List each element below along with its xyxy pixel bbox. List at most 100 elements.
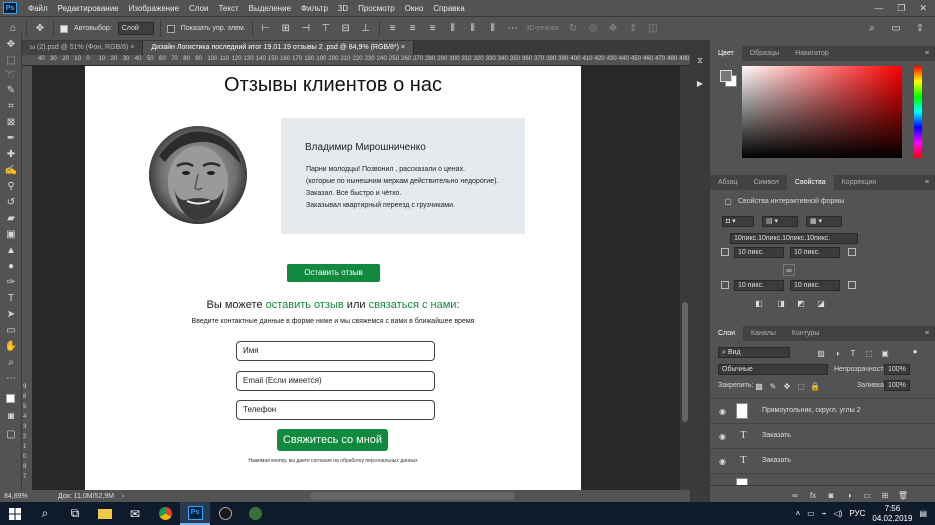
radius-bottom-right[interactable]: 10 пикс. — [790, 280, 840, 291]
panel-menu-icon[interactable]: ≡ — [925, 179, 935, 186]
app-icon[interactable] — [240, 502, 270, 525]
menu-image[interactable]: Изображение — [124, 4, 184, 13]
layer-name[interactable]: Заказать — [762, 432, 791, 439]
delete-layer-icon[interactable]: 🗑 — [898, 490, 908, 500]
radius-top-left[interactable]: 10 пикс. — [734, 247, 784, 258]
marquee-tool-icon[interactable]: ⬚ — [4, 53, 18, 67]
more-options-icon[interactable]: ⋯ — [506, 22, 520, 36]
move-tool-icon[interactable]: ✥ — [4, 37, 18, 51]
brush-tool-icon[interactable]: ✍ — [4, 163, 18, 177]
color-picker-field[interactable] — [742, 66, 902, 158]
filter-type-icon[interactable]: T — [848, 348, 858, 358]
tab-swatches[interactable]: Образцы — [742, 46, 787, 61]
layer-mask-icon[interactable]: ◙ — [826, 490, 836, 500]
filter-pixel-icon[interactable]: ▨ — [816, 348, 826, 358]
link-radii-icon[interactable]: ∞ — [783, 264, 795, 276]
tab-navigator[interactable]: Навигатор — [787, 46, 837, 61]
3d-roll-icon[interactable]: ◎ — [586, 22, 600, 36]
eyedropper-tool-icon[interactable]: ✒ — [4, 131, 18, 145]
stroke-type-dropdown[interactable]: ◘ ▾ — [722, 216, 754, 227]
visibility-eye-icon[interactable]: ◉ — [719, 407, 726, 416]
dodge-tool-icon[interactable]: ● — [4, 259, 18, 273]
menu-file[interactable]: Файл — [23, 4, 53, 13]
foreground-color-swatch[interactable] — [720, 70, 732, 82]
menu-select[interactable]: Выделение — [244, 4, 296, 13]
menu-window[interactable]: Окно — [400, 4, 429, 13]
leave-review-link[interactable]: оставить отзыв — [266, 299, 344, 311]
distribute-left-icon[interactable]: ⦀ — [446, 22, 460, 36]
notifications-icon[interactable]: ▤ — [919, 509, 927, 518]
menu-help[interactable]: Справка — [428, 4, 469, 13]
app-icon[interactable] — [210, 502, 240, 525]
combine-shapes-icon[interactable]: ◧ — [754, 298, 764, 308]
visibility-eye-icon[interactable]: ◉ — [719, 457, 726, 466]
menu-view[interactable]: Просмотр — [353, 4, 400, 13]
filter-toggle-icon[interactable]: ● — [910, 346, 920, 356]
menu-layers[interactable]: Слои — [184, 4, 213, 13]
clone-stamp-icon[interactable]: ⚲ — [4, 179, 18, 193]
frame-tool-icon[interactable]: ⊠ — [4, 115, 18, 129]
hand-tool-icon[interactable]: ✋ — [4, 339, 18, 353]
more-tools-icon[interactable]: ⋯ — [4, 371, 18, 385]
name-field[interactable]: Имя — [236, 341, 435, 361]
email-field[interactable]: Email (Если имеется) — [236, 371, 435, 391]
tab-channels[interactable]: Каналы — [743, 326, 784, 341]
lock-all-icon[interactable]: 🔒 — [810, 381, 820, 391]
chrome-icon[interactable] — [150, 502, 180, 525]
new-group-icon[interactable]: ▭ — [862, 490, 872, 500]
type-tool-icon[interactable]: T — [4, 291, 18, 305]
menu-3d[interactable]: 3D — [333, 4, 353, 13]
contact-me-button[interactable]: Свяжитесь со мной — [277, 429, 388, 451]
distribute-right-icon[interactable]: ⦀ — [486, 22, 500, 36]
radius-bottom-left[interactable]: 10 пикс. — [734, 280, 784, 291]
autoselect-checkbox[interactable] — [60, 24, 68, 33]
history-brush-icon[interactable]: ↺ — [4, 195, 18, 209]
volume-icon[interactable]: ◁) — [834, 509, 843, 518]
3d-rotate-icon[interactable]: ↻ — [566, 22, 580, 36]
align-hcenter-icon[interactable]: ⊞ — [279, 22, 293, 36]
contact-us-link[interactable]: связаться с нами — [369, 299, 457, 311]
workspace-icon[interactable]: ▭ — [889, 22, 903, 36]
eraser-tool-icon[interactable]: ▰ — [4, 211, 18, 225]
exclude-shapes-icon[interactable]: ◪ — [816, 298, 826, 308]
close-window-button[interactable]: ✕ — [919, 3, 927, 14]
align-left-icon[interactable]: ⊢ — [259, 22, 273, 36]
hue-slider[interactable] — [914, 66, 922, 158]
screen-mode-icon[interactable]: ▢ — [4, 427, 18, 441]
link-layers-icon[interactable]: ∞ — [790, 490, 800, 500]
3d-pan-icon[interactable]: ✥ — [606, 22, 620, 36]
align-right-icon[interactable]: ⊣ — [299, 22, 313, 36]
pen-tool-icon[interactable]: ✑ — [4, 275, 18, 289]
corner-radii-field[interactable]: 10пикс.10пикс.10пикс.10пикс. — [730, 233, 858, 244]
tab-adjustments[interactable]: Коррекция — [834, 175, 884, 190]
photoshop-taskbar-icon[interactable]: Ps — [180, 502, 210, 525]
healing-brush-icon[interactable]: ✚ — [4, 147, 18, 161]
tab-paths[interactable]: Контуры — [784, 326, 827, 341]
mail-icon[interactable]: ✉ — [120, 502, 150, 525]
lock-artboard-icon[interactable]: ⬚ — [796, 381, 806, 391]
menu-edit[interactable]: Редактирование — [53, 4, 124, 13]
layer-row[interactable]: ◉ Прямоугольник, скругл. углы 2 — [710, 398, 935, 423]
blur-tool-icon[interactable]: ▲ — [4, 243, 18, 257]
tab-layers[interactable]: Слои — [710, 326, 744, 341]
maximize-button[interactable]: ❐ — [897, 3, 905, 14]
3d-slide-icon[interactable]: ⇕ — [626, 22, 640, 36]
3d-scale-icon[interactable]: ◫ — [646, 22, 660, 36]
layer-row[interactable]: ◉ T Заказать — [710, 423, 935, 448]
gradient-tool-icon[interactable]: ▣ — [4, 227, 18, 241]
lock-position-icon[interactable]: ✥ — [782, 381, 792, 391]
keyboard-language[interactable]: РУС — [849, 509, 865, 518]
zoom-tool-icon[interactable]: ⌕ — [4, 355, 18, 369]
tab-document-2[interactable]: Дизайн Логистика последний итог 19.01.19… — [143, 41, 414, 55]
battery-icon[interactable]: ▭ — [807, 509, 815, 518]
autoselect-dropdown[interactable]: Слой — [117, 22, 154, 35]
align-vcenter-icon[interactable]: ⊟ — [339, 22, 353, 36]
layer-style-icon[interactable]: fx — [808, 490, 818, 500]
vertical-scrollbar[interactable] — [680, 66, 690, 490]
distribute-top-icon[interactable]: ≡ — [386, 22, 400, 36]
tab-character[interactable]: Символ — [746, 175, 787, 190]
status-menu-icon[interactable]: › — [122, 493, 124, 500]
show-hidden-icons-icon[interactable]: ˄ — [795, 509, 800, 518]
stroke-join-dropdown[interactable]: ▦ ▾ — [806, 216, 842, 227]
fill-field[interactable]: 100% — [884, 380, 910, 391]
